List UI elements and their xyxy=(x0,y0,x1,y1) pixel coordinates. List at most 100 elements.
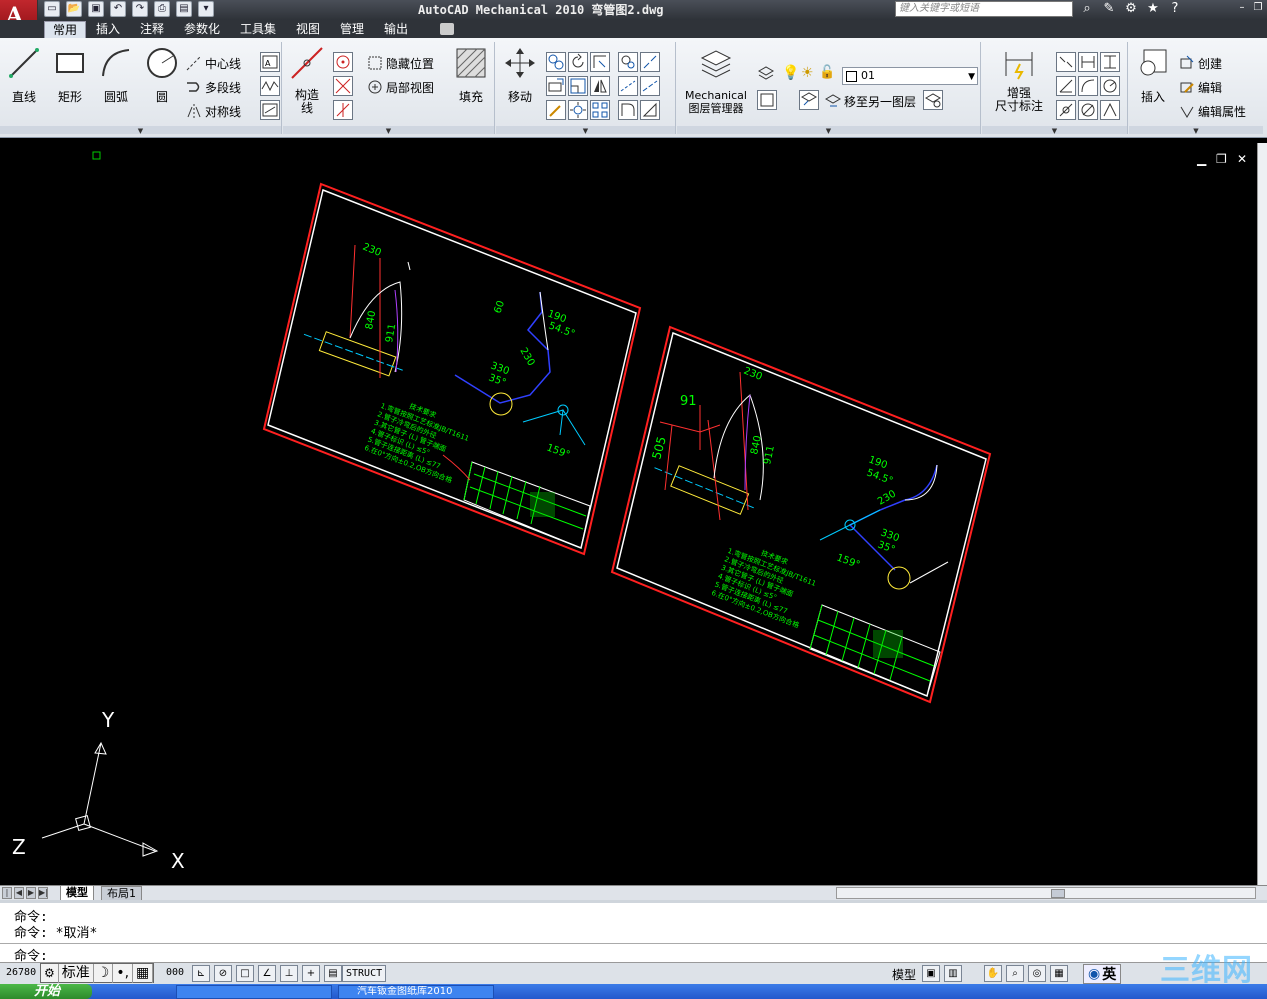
ducs-button[interactable]: ⊥ xyxy=(280,965,298,982)
break-button[interactable] xyxy=(640,52,660,72)
taskbar-item-library[interactable]: 汽车钣金图纸库2010 xyxy=(338,985,494,999)
tab-layout1[interactable]: 布局1 xyxy=(101,886,142,901)
draw-extra-3[interactable] xyxy=(260,100,280,120)
new-icon[interactable]: ▭ xyxy=(44,1,60,17)
copy-button[interactable] xyxy=(546,52,566,72)
construct-lines-button[interactable] xyxy=(333,76,353,96)
rotate-button[interactable] xyxy=(568,52,588,72)
binoculars-icon[interactable]: ⌕ xyxy=(1078,1,1096,17)
dash-line-button[interactable] xyxy=(618,76,638,96)
struct-button[interactable]: STRUCT xyxy=(342,965,387,982)
mirror-button[interactable] xyxy=(590,76,610,96)
construction-line-tool[interactable]: 构造 线 xyxy=(287,46,327,115)
qat-dropdown-icon[interactable]: ▾ xyxy=(198,1,214,17)
search-input[interactable]: 键入关键字或短语 xyxy=(895,1,1073,17)
dim-diameter-button[interactable] xyxy=(1078,100,1098,120)
drawing-restore-icon[interactable]: ❐ xyxy=(1216,152,1227,166)
dim-vertical-button[interactable] xyxy=(1100,52,1120,72)
language-indicator[interactable]: ◉ 英 xyxy=(1083,964,1122,984)
wrench-icon[interactable]: ✎ xyxy=(1100,1,1118,17)
undo-icon[interactable]: ↶ xyxy=(110,1,126,17)
scroll-thumb[interactable] xyxy=(1051,889,1065,898)
drawing-sheet-1[interactable]: 230 840 911 60 190 54.5° 230 330 35° 159… xyxy=(262,182,642,556)
dim-radius-button[interactable] xyxy=(1100,76,1120,96)
power-dimension-tool[interactable]: 增强 尺寸标注 xyxy=(988,46,1050,113)
last-tab-icon[interactable]: ▶| xyxy=(38,887,48,899)
create-block-tool[interactable]: 创建 xyxy=(1179,54,1222,72)
otrack-button[interactable]: ∠ xyxy=(258,965,276,982)
ime-keyboard-icon[interactable]: ▦ xyxy=(133,964,154,983)
dim-angular-button[interactable] xyxy=(1056,76,1076,96)
open-icon[interactable]: 📂 xyxy=(66,1,82,17)
layer-dropdown[interactable]: 01 ▼ xyxy=(842,67,978,85)
circle-tool[interactable]: 圆 xyxy=(142,46,182,104)
drawing-minimize-icon[interactable]: ▁ xyxy=(1197,152,1206,166)
offset-button[interactable] xyxy=(618,52,638,72)
array-button[interactable] xyxy=(590,100,610,120)
line-tool[interactable]: 直线 xyxy=(4,46,44,104)
layer-states-button[interactable] xyxy=(757,64,777,84)
layer-color-button[interactable] xyxy=(757,90,777,110)
star-icon[interactable]: ★ xyxy=(1144,1,1162,17)
plot-icon[interactable]: ▤ xyxy=(176,1,192,17)
satellite-icon[interactable]: ⚙ xyxy=(1122,1,1140,17)
tab-parametric[interactable]: 参数化 xyxy=(176,21,228,38)
centerline-tool[interactable]: 中心线 xyxy=(186,54,241,72)
edit-block-tool[interactable]: 编辑 xyxy=(1179,78,1222,96)
layer-extra-button[interactable] xyxy=(923,90,943,110)
zoom-button[interactable]: ⌕ xyxy=(1006,965,1024,982)
local-view-tool[interactable]: 局部视图 xyxy=(367,78,434,96)
draw-extra-1[interactable]: A xyxy=(260,52,280,72)
tab-insert[interactable]: 插入 xyxy=(88,21,128,38)
restore-icon[interactable]: ❐ xyxy=(1251,1,1265,15)
tab-toolset[interactable]: 工具集 xyxy=(232,21,284,38)
showmotion-button[interactable]: ▦ xyxy=(1050,965,1068,982)
arc-tool[interactable]: 圆弧 xyxy=(96,46,136,104)
drawing-close-icon[interactable]: ✕ xyxy=(1237,152,1247,166)
draw-panel-footer[interactable]: ▼ xyxy=(0,126,281,135)
chamfer-button[interactable] xyxy=(618,100,638,120)
horizontal-scrollbar[interactable] xyxy=(836,887,1256,899)
construct-trim-button[interactable] xyxy=(333,100,353,120)
prev-tab-icon[interactable]: ◀ xyxy=(14,887,24,899)
modify-panel-footer[interactable]: ▼ xyxy=(496,126,675,135)
tab-output[interactable]: 输出 xyxy=(376,21,416,38)
start-button[interactable]: 开始 xyxy=(0,984,92,999)
draw-extra-2[interactable] xyxy=(260,76,280,96)
dim-ordinate-button[interactable] xyxy=(1100,100,1120,120)
trim-button[interactable] xyxy=(590,52,610,72)
layer-thaw-icon[interactable]: ☀ xyxy=(801,65,814,81)
edit-attribute-tool[interactable]: 编辑属性 xyxy=(1179,102,1246,120)
stretch-button[interactable] xyxy=(546,76,566,96)
polar-button[interactable]: ⊘ xyxy=(214,965,232,982)
dim-linear-button[interactable] xyxy=(1056,52,1076,72)
drawing-area[interactable]: 230 840 911 60 190 54.5° 230 330 35° 159… xyxy=(0,143,1257,885)
move-to-layer-tool[interactable]: 移至另一图层 xyxy=(825,92,916,110)
tab-home[interactable]: 常用 xyxy=(44,21,87,38)
tab-view[interactable]: 视图 xyxy=(288,21,328,38)
model-space-label[interactable]: 模型 xyxy=(892,966,916,983)
ribbon-minimize-icon[interactable] xyxy=(440,23,454,35)
next-tab-icon[interactable]: ▶ xyxy=(26,887,36,899)
insert-block-tool[interactable]: 插入 xyxy=(1133,46,1173,104)
ime-mode-label[interactable]: 标准 xyxy=(59,964,94,983)
tab-model[interactable]: 模型 xyxy=(60,886,94,901)
ime-toolbar[interactable]: ⚙ 标准 ☽ •, ▦ xyxy=(40,963,155,983)
rectangle-tool[interactable]: 矩形 xyxy=(50,46,90,104)
symline-tool[interactable]: 对称线 xyxy=(186,102,241,120)
quick-view-drawings-button[interactable]: ▥ xyxy=(944,965,962,982)
construct-circle-button[interactable] xyxy=(333,52,353,72)
dim-horizontal-button[interactable] xyxy=(1078,52,1098,72)
dyn-button[interactable]: + xyxy=(302,965,320,982)
move-tool[interactable]: 移动 xyxy=(500,46,540,104)
ime-moon-icon[interactable]: ☽ xyxy=(94,964,114,983)
layer-on-icon[interactable]: 💡 xyxy=(782,65,799,81)
fillet-button[interactable] xyxy=(546,100,566,120)
first-tab-icon[interactable]: |◀ xyxy=(2,887,12,907)
save-icon[interactable]: ▣ xyxy=(88,1,104,17)
command-input[interactable]: 命令: xyxy=(0,943,1267,964)
tab-manage[interactable]: 管理 xyxy=(332,21,372,38)
quick-view-layouts-button[interactable]: ▣ xyxy=(922,965,940,982)
polyline-tool[interactable]: 多段线 xyxy=(186,78,241,96)
pan-button[interactable]: ✋ xyxy=(984,965,1002,982)
